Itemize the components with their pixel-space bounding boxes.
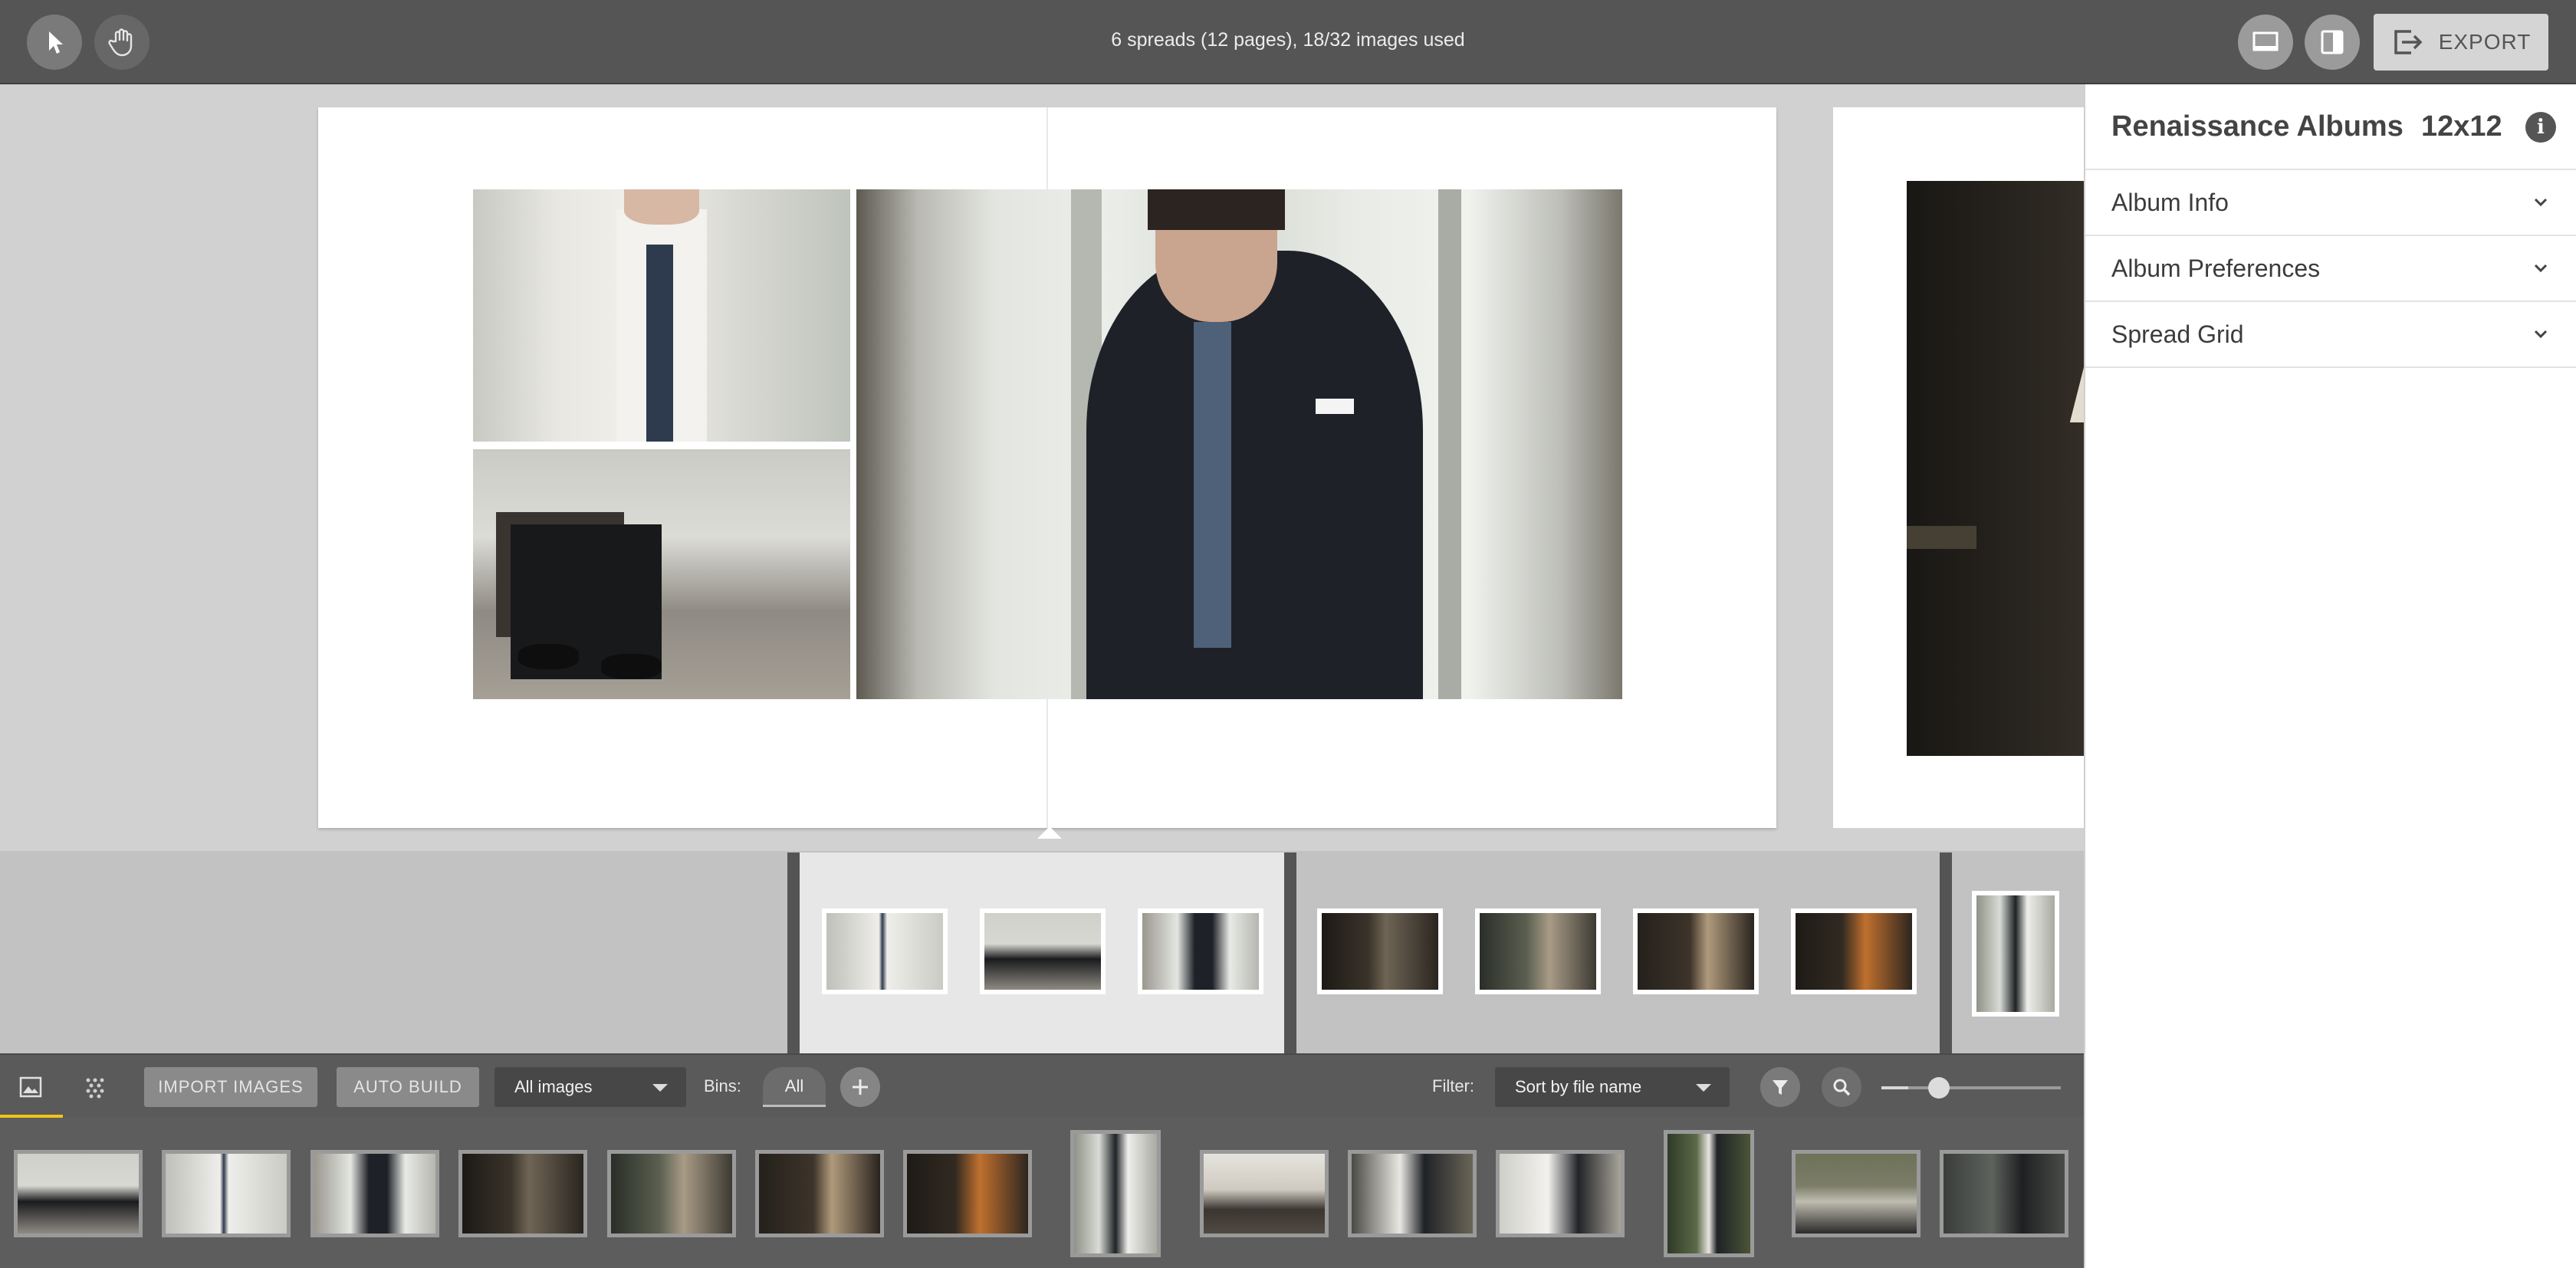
scatter-dots-icon xyxy=(86,1078,104,1099)
chevron-down-icon xyxy=(1696,1084,1711,1092)
album-vendor-title: Renaissance Albums xyxy=(2111,110,2404,143)
album-canvas[interactable] xyxy=(0,84,2084,851)
sort-select[interactable]: Sort by file name xyxy=(1495,1067,1730,1107)
album-size: 12x12 xyxy=(2421,110,2502,143)
bin-image[interactable] xyxy=(458,1150,587,1237)
search-button[interactable] xyxy=(1822,1067,1861,1107)
auto-build-button[interactable]: AUTO BUILD xyxy=(337,1067,479,1107)
accordion-label: Spread Grid xyxy=(2111,320,2244,348)
spread-divider xyxy=(1940,852,1952,1053)
spine-position-marker xyxy=(1037,826,1062,839)
images-filter-value: All images xyxy=(514,1077,593,1096)
spread-thumb-photo[interactable] xyxy=(1317,908,1443,994)
next-spread-page[interactable] xyxy=(1833,107,2084,828)
panel-toggle-icon xyxy=(2321,30,2344,54)
chevron-down-icon xyxy=(2534,264,2548,273)
top-toolbar: 6 spreads (12 pages), 18/32 images used … xyxy=(0,0,2576,84)
thumbnail-size-handle[interactable] xyxy=(1928,1077,1950,1099)
panel-toggle-button[interactable] xyxy=(2305,15,2360,70)
bin-image[interactable] xyxy=(1496,1150,1625,1237)
bin-image[interactable] xyxy=(310,1150,439,1237)
album-info-section[interactable]: Album Info xyxy=(2085,170,2576,236)
album-status-text: 6 spreads (12 pages), 18/32 images used xyxy=(1111,29,1465,51)
images-filter-select[interactable]: All images xyxy=(495,1067,686,1107)
single-page-view-icon xyxy=(2252,31,2279,51)
spread-divider xyxy=(787,852,800,1053)
image-icon xyxy=(19,1076,42,1098)
export-icon xyxy=(2394,30,2423,54)
spread-grid-section[interactable]: Spread Grid xyxy=(2085,302,2576,368)
image-bin xyxy=(0,1118,2084,1268)
images-tab[interactable] xyxy=(0,1055,61,1119)
accordion-label: Album Info xyxy=(2111,188,2229,216)
single-page-view-button[interactable] xyxy=(2238,15,2293,70)
bins-label: Bins: xyxy=(704,1076,741,1096)
spread-thumb-photo[interactable] xyxy=(1972,891,2059,1017)
bin-image[interactable] xyxy=(1940,1150,2068,1237)
spread-thumb-photo[interactable] xyxy=(1633,908,1759,994)
spread-thumb-photo[interactable] xyxy=(822,908,948,994)
import-images-button[interactable]: IMPORT IMAGES xyxy=(144,1067,317,1107)
spread-spine xyxy=(1046,107,1048,828)
spread-photo-tie[interactable] xyxy=(473,189,850,442)
info-icon[interactable]: i xyxy=(2525,112,2556,143)
bin-image[interactable] xyxy=(1200,1150,1329,1237)
next-spread-photo[interactable] xyxy=(1907,181,2084,756)
spread-thumb-photo[interactable] xyxy=(1475,908,1601,994)
spread-thumb-photo[interactable] xyxy=(1791,908,1917,994)
album-preferences-section[interactable]: Album Preferences xyxy=(2085,236,2576,302)
search-icon xyxy=(1833,1079,1851,1096)
spread-divider xyxy=(1284,852,1296,1053)
chevron-down-icon xyxy=(2534,330,2548,339)
spread-photo-shoes[interactable] xyxy=(473,449,850,699)
album-settings-panel: Renaissance Albums 12x12 i Album Info Al… xyxy=(2084,84,2576,1268)
bin-image[interactable] xyxy=(607,1150,736,1237)
image-bin-toolbar: IMPORT IMAGES AUTO BUILD All images Bins… xyxy=(0,1053,2084,1119)
filter-button[interactable] xyxy=(1760,1067,1800,1107)
bin-image[interactable] xyxy=(162,1150,291,1237)
add-bin-button[interactable] xyxy=(840,1067,880,1107)
scatter-tab[interactable] xyxy=(64,1055,126,1119)
spread-thumb-photo[interactable] xyxy=(980,908,1106,994)
plus-icon xyxy=(853,1079,868,1095)
bin-image[interactable] xyxy=(14,1150,143,1237)
bin-image[interactable] xyxy=(755,1150,884,1237)
bin-image[interactable] xyxy=(903,1150,1032,1237)
thumbnail-size-slider[interactable] xyxy=(1881,1086,2061,1089)
export-label: EXPORT xyxy=(2438,30,2532,54)
funnel-icon xyxy=(1773,1080,1788,1095)
bin-image[interactable] xyxy=(1070,1130,1161,1257)
accordion-label: Album Preferences xyxy=(2111,254,2321,282)
bin-image[interactable] xyxy=(1348,1150,1477,1237)
sort-select-value: Sort by file name xyxy=(1515,1077,1642,1096)
chevron-down-icon xyxy=(2534,198,2548,207)
spread-thumb-photo[interactable] xyxy=(1138,908,1263,994)
filter-label: Filter: xyxy=(1432,1076,1474,1096)
spread-page[interactable] xyxy=(318,107,1776,828)
bin-all-tab[interactable]: All xyxy=(763,1067,826,1107)
spread-navigator xyxy=(0,851,2084,1053)
panel-header: Renaissance Albums 12x12 i xyxy=(2085,84,2576,170)
export-button[interactable]: EXPORT xyxy=(2374,14,2548,71)
thumbnail-size-fill xyxy=(1881,1086,1908,1089)
chevron-down-icon xyxy=(652,1084,668,1092)
spread-photo-groom[interactable] xyxy=(856,189,1622,699)
bin-image[interactable] xyxy=(1792,1150,1921,1237)
bin-image[interactable] xyxy=(1664,1130,1754,1257)
